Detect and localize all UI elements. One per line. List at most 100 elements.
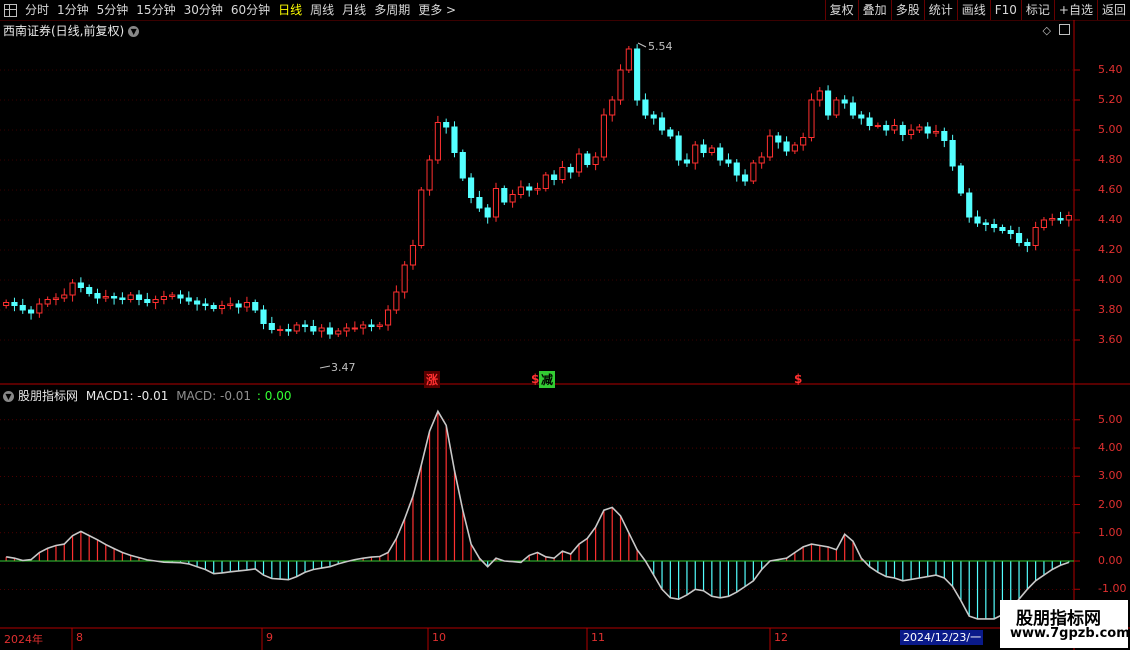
candle-down — [177, 294, 184, 299]
candle-up — [916, 126, 923, 131]
signal-rise: 涨 — [424, 371, 441, 388]
candle-up — [575, 153, 583, 173]
candle-up — [1065, 215, 1072, 221]
candle-up — [277, 329, 284, 331]
candle-down — [966, 192, 973, 218]
candle-up — [1049, 218, 1056, 221]
x-axis-month-label: 10 — [432, 631, 446, 644]
candle-down — [783, 141, 790, 152]
macd-tick-label: 0.00 — [1098, 554, 1123, 568]
candle-down — [675, 135, 682, 161]
indicator-panel-title[interactable]: ▼ 股朋指标网 MACD1: -0.01 MACD: -0.01 : 0.00 — [3, 387, 291, 404]
candle-down — [468, 177, 475, 198]
candle-up — [61, 294, 68, 299]
candle-down — [849, 102, 857, 116]
candle-up — [808, 99, 815, 138]
candle-down — [866, 117, 873, 126]
candle-up — [833, 99, 840, 116]
candle-down — [700, 144, 707, 153]
x-axis-year-label: 2024年 — [4, 633, 43, 646]
candle-up — [874, 125, 881, 127]
chart-canvas[interactable]: 5.54 3.47 — [0, 0, 1130, 650]
x-axis-month-label: 9 — [266, 631, 273, 644]
price-tick-label: 4.00 — [1098, 273, 1123, 286]
candle-up — [559, 167, 566, 180]
candle-up — [318, 327, 325, 332]
candle-down — [285, 329, 292, 332]
candle-down — [733, 162, 740, 176]
candle-down — [825, 90, 832, 116]
candle-up — [343, 327, 350, 332]
candle-up — [542, 174, 549, 189]
candle-down — [77, 282, 84, 288]
candle-down — [899, 125, 906, 135]
candle-down — [924, 126, 931, 134]
main-panel-title[interactable]: 西南证券(日线,前复权) ▼ — [3, 22, 140, 39]
candle-down — [210, 305, 217, 309]
candle-down — [194, 300, 201, 305]
candle-up — [625, 48, 632, 71]
candle-up — [692, 144, 699, 164]
candle-up — [492, 188, 500, 218]
dropdown-icon[interactable]: ▼ — [128, 26, 140, 37]
x-axis-month-label: 11 — [591, 631, 605, 644]
candle-down — [642, 99, 649, 116]
price-tick-label: 4.20 — [1098, 243, 1123, 256]
candle-down — [144, 299, 151, 303]
candle-down — [999, 227, 1006, 231]
candle-up — [376, 324, 383, 327]
candle-down — [949, 140, 956, 167]
candle-down — [443, 122, 450, 128]
candle-down — [451, 126, 458, 153]
price-tick-label: 5.20 — [1098, 93, 1123, 106]
macd-tick-label: 5.00 — [1098, 412, 1123, 426]
candle-down — [584, 153, 591, 165]
candle-down — [119, 297, 126, 300]
macd-value: MACD: -0.01 — [176, 389, 252, 403]
candle-up — [384, 309, 392, 326]
candle-down — [775, 135, 782, 143]
candle-down — [883, 125, 890, 131]
panel-window-icons: ◇ — [1043, 24, 1070, 37]
candle-up — [418, 189, 425, 246]
candle-up — [335, 330, 342, 335]
candle-down — [476, 197, 483, 209]
candle-down — [858, 114, 865, 119]
candle-up — [791, 144, 798, 152]
candle-up — [517, 186, 524, 195]
candle-down — [991, 224, 998, 228]
price-tick-label: 5.00 — [1098, 123, 1123, 136]
candle-down — [235, 303, 242, 308]
dropdown-icon[interactable]: ▼ — [3, 391, 14, 402]
macd-tick-label: -1.00 — [1098, 582, 1127, 596]
x-axis-month-label: 8 — [76, 631, 83, 644]
candle-up — [102, 296, 109, 299]
candle-down — [185, 297, 192, 302]
price-tick-label: 3.60 — [1098, 333, 1123, 346]
candle-down — [667, 129, 674, 137]
maximize-icon[interactable] — [1059, 24, 1070, 35]
candle-down — [135, 294, 143, 300]
candle-down — [957, 165, 964, 194]
candle-up — [609, 99, 616, 116]
extra-value: : 0.00 — [256, 389, 292, 403]
candle-up — [3, 302, 10, 306]
candle-down — [11, 302, 18, 306]
candle-down — [658, 117, 666, 131]
candle-up — [800, 137, 807, 146]
candle-up — [592, 156, 599, 165]
candle-down — [551, 174, 558, 180]
candle-down — [484, 207, 491, 218]
candle-up — [169, 294, 176, 297]
candle-down — [310, 326, 317, 332]
candle-up — [52, 297, 60, 300]
candle-up — [908, 129, 915, 135]
price-tick-label: 3.80 — [1098, 303, 1123, 316]
candle-up — [351, 327, 358, 330]
candle-up — [426, 159, 433, 191]
candle-down — [1024, 242, 1031, 246]
candle-down — [1015, 233, 1023, 243]
signal-dollar: $ — [794, 372, 803, 386]
diamond-icon[interactable]: ◇ — [1043, 24, 1051, 37]
candle-down — [941, 131, 948, 141]
